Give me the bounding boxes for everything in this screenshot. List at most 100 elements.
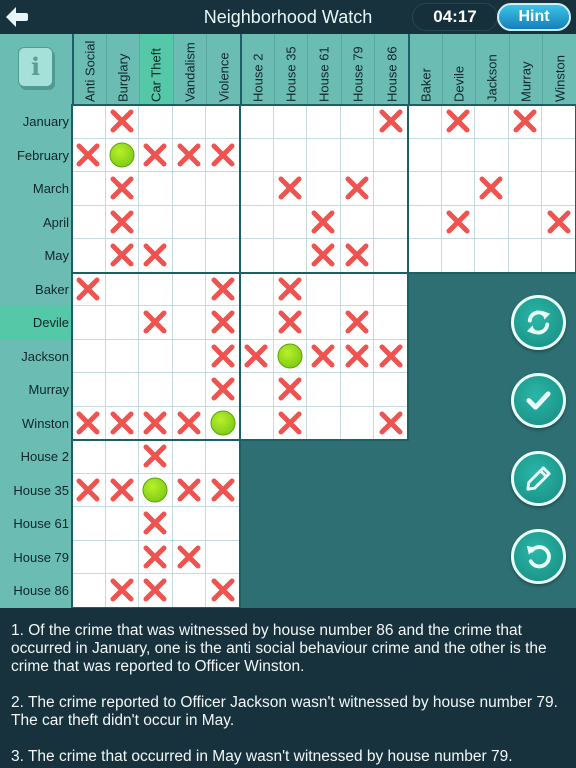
grid-cell[interactable] <box>273 105 308 139</box>
column-header-house-86[interactable]: House 86 <box>374 34 408 105</box>
grid-cell[interactable] <box>240 172 274 206</box>
grid-cell[interactable] <box>273 272 308 306</box>
column-header-murray[interactable]: Murray <box>508 34 543 105</box>
grid-cell[interactable] <box>72 373 106 407</box>
grid-cell[interactable] <box>139 574 173 608</box>
grid-cell[interactable] <box>172 406 207 440</box>
grid-cell[interactable] <box>374 373 408 407</box>
grid-cell[interactable] <box>172 172 207 206</box>
grid-cell[interactable] <box>542 138 576 172</box>
grid-cell[interactable] <box>72 205 106 239</box>
grid-cell[interactable] <box>240 306 274 340</box>
column-header-house-79[interactable]: House 79 <box>340 34 375 105</box>
grid-cell[interactable] <box>340 172 375 206</box>
grid-cell[interactable] <box>72 540 106 574</box>
grid-cell[interactable] <box>273 373 308 407</box>
column-header-violence[interactable]: Violence <box>206 34 240 105</box>
check-button[interactable] <box>511 373 566 428</box>
row-header-baker[interactable]: Baker <box>0 273 72 307</box>
grid-cell[interactable] <box>172 138 207 172</box>
grid-cell[interactable] <box>542 172 576 206</box>
grid-cell[interactable] <box>72 105 106 139</box>
grid-cell[interactable] <box>206 138 240 172</box>
grid-cell[interactable] <box>139 205 173 239</box>
grid-cell[interactable] <box>508 239 543 273</box>
grid-cell[interactable] <box>408 105 442 139</box>
grid-cell[interactable] <box>139 272 173 306</box>
grid-cell[interactable] <box>340 339 375 373</box>
grid-cell[interactable] <box>273 239 308 273</box>
grid-cell[interactable] <box>441 105 476 139</box>
grid-cell[interactable] <box>105 239 140 273</box>
grid-cell[interactable] <box>139 507 173 541</box>
undo-button[interactable] <box>511 529 566 584</box>
grid-cell[interactable] <box>72 272 106 306</box>
grid-cell[interactable] <box>340 373 375 407</box>
grid-cell[interactable] <box>105 406 140 440</box>
grid-cell[interactable] <box>105 138 140 172</box>
grid-cell[interactable] <box>340 306 375 340</box>
grid-cell[interactable] <box>139 172 173 206</box>
grid-cell[interactable] <box>172 373 207 407</box>
grid-cell[interactable] <box>105 440 140 474</box>
grid-cell[interactable] <box>307 205 341 239</box>
row-header-house-79[interactable]: House 79 <box>0 541 72 575</box>
column-header-vandalism[interactable]: Vandalism <box>172 34 207 105</box>
grid-cell[interactable] <box>72 306 106 340</box>
row-header-winston[interactable]: Winston <box>0 407 72 441</box>
grid-cell[interactable] <box>105 540 140 574</box>
grid-cell[interactable] <box>408 172 442 206</box>
grid-cell[interactable] <box>105 272 140 306</box>
grid-cell[interactable] <box>206 306 240 340</box>
grid-cell[interactable] <box>441 172 476 206</box>
grid-cell[interactable] <box>374 339 408 373</box>
grid-cell[interactable] <box>441 239 476 273</box>
grid-cell[interactable] <box>105 339 140 373</box>
grid-cell[interactable] <box>307 239 341 273</box>
grid-cell[interactable] <box>172 272 207 306</box>
grid-cell[interactable] <box>139 473 173 507</box>
grid-cell[interactable] <box>240 406 274 440</box>
grid-cell[interactable] <box>105 373 140 407</box>
grid-cell[interactable] <box>172 540 207 574</box>
column-header-winston[interactable]: Winston <box>542 34 576 105</box>
grid-cell[interactable] <box>72 138 106 172</box>
grid-cell[interactable] <box>542 239 576 273</box>
grid-cell[interactable] <box>508 205 543 239</box>
row-header-may[interactable]: May <box>0 239 72 273</box>
grid-cell[interactable] <box>139 406 173 440</box>
column-header-house-61[interactable]: House 61 <box>307 34 341 105</box>
row-header-house-86[interactable]: House 86 <box>0 574 72 608</box>
grid-cell[interactable] <box>206 473 240 507</box>
grid-cell[interactable] <box>408 239 442 273</box>
grid-cell[interactable] <box>408 138 442 172</box>
grid-cell[interactable] <box>105 473 140 507</box>
column-header-house-2[interactable]: House 2 <box>240 34 274 105</box>
grid-cell[interactable] <box>172 105 207 139</box>
grid-cell[interactable] <box>273 138 308 172</box>
grid-cell[interactable] <box>340 272 375 306</box>
grid-cell[interactable] <box>508 105 543 139</box>
row-header-devile[interactable]: Devile <box>0 306 72 340</box>
grid-cell[interactable] <box>139 105 173 139</box>
grid-cell[interactable] <box>105 306 140 340</box>
grid-cell[interactable] <box>340 406 375 440</box>
grid-cell[interactable] <box>72 574 106 608</box>
grid-cell[interactable] <box>172 205 207 239</box>
grid-cell[interactable] <box>374 105 408 139</box>
grid-cell[interactable] <box>240 339 274 373</box>
grid-cell[interactable] <box>72 172 106 206</box>
grid-cell[interactable] <box>374 205 408 239</box>
grid-cell[interactable] <box>72 406 106 440</box>
grid-cell[interactable] <box>307 306 341 340</box>
row-header-april[interactable]: April <box>0 206 72 240</box>
grid-cell[interactable] <box>307 138 341 172</box>
grid-cell[interactable] <box>72 239 106 273</box>
grid-cell[interactable] <box>206 574 240 608</box>
grid-cell[interactable] <box>206 205 240 239</box>
grid-cell[interactable] <box>206 239 240 273</box>
grid-cell[interactable] <box>307 105 341 139</box>
grid-cell[interactable] <box>206 540 240 574</box>
grid-cell[interactable] <box>206 507 240 541</box>
grid-cell[interactable] <box>374 172 408 206</box>
